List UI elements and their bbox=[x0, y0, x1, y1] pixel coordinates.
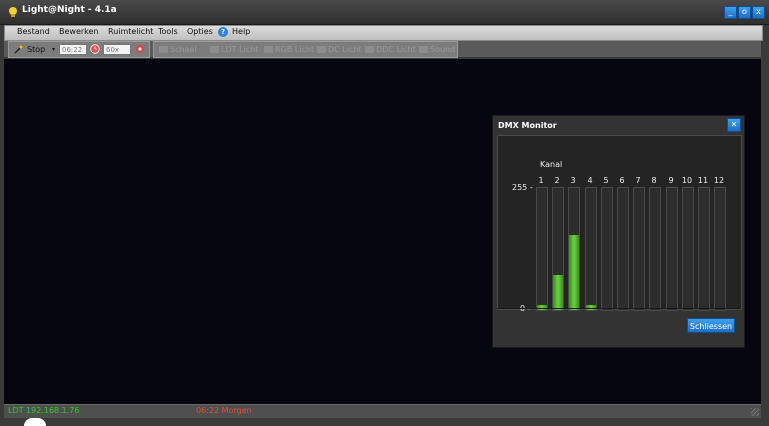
axis-max-label: 255 - bbox=[512, 183, 533, 192]
channel-track bbox=[601, 187, 613, 311]
channel-label: 10 bbox=[681, 176, 693, 185]
dialog-close-icon[interactable]: ✕ bbox=[727, 118, 741, 132]
kanal-label: Kanal bbox=[540, 160, 563, 169]
menu-bewerken[interactable]: Bewerken bbox=[59, 27, 99, 36]
app-window: Light@Night - 4.1a _ o x Bestand Bewerke… bbox=[0, 0, 769, 426]
menu-help[interactable]: Help bbox=[232, 27, 250, 36]
dialog-title: DMX Monitor bbox=[498, 121, 557, 130]
channel-track bbox=[633, 187, 645, 311]
channel-label: 5 bbox=[603, 176, 609, 185]
dc-licht-button[interactable]: DC Licht bbox=[317, 45, 362, 54]
schaal-icon bbox=[159, 46, 168, 53]
help-icon[interactable]: ? bbox=[218, 27, 228, 37]
title-bar[interactable]: Light@Night - 4.1a _ o x bbox=[0, 0, 769, 25]
time-field[interactable]: 06:22 bbox=[59, 44, 87, 55]
channel-track bbox=[617, 187, 629, 311]
channel-level-bar bbox=[553, 275, 563, 310]
wand-icon[interactable] bbox=[14, 45, 23, 54]
toolbar: Stop ▾ 06:22 60x Schaal LDT Licht RGB Li… bbox=[4, 41, 761, 58]
channel-track bbox=[568, 187, 580, 311]
menu-ruimtelicht[interactable]: Ruimtelicht bbox=[108, 27, 153, 36]
close-button[interactable]: x bbox=[752, 6, 765, 19]
channel-label: 2 bbox=[554, 176, 560, 185]
ddc-licht-icon bbox=[365, 46, 374, 53]
taskbar-logo bbox=[24, 418, 46, 426]
menu-bar: Bestand Bewerken Ruimtelicht Tools Optie… bbox=[4, 25, 763, 41]
schliessen-button[interactable]: Schliessen bbox=[687, 318, 735, 333]
connection-status: LDT 192.168.1.76 bbox=[8, 406, 80, 415]
ldt-licht-icon bbox=[210, 46, 219, 53]
ddc-licht-button[interactable]: DDC Licht bbox=[365, 45, 416, 54]
lightbulb-icon bbox=[9, 7, 17, 17]
menu-tools[interactable]: Tools bbox=[158, 27, 178, 36]
channel-track bbox=[585, 187, 597, 311]
dmx-chart-panel: Kanal 255 - 0 - 123456789101112 bbox=[497, 135, 742, 313]
channel-track bbox=[666, 187, 678, 311]
channel-track bbox=[698, 187, 710, 311]
channel-label: 3 bbox=[570, 176, 576, 185]
stop-dropdown-icon[interactable]: ▾ bbox=[52, 46, 55, 53]
channel-track bbox=[649, 187, 661, 311]
minimize-button[interactable]: _ bbox=[724, 6, 737, 19]
channel-track bbox=[536, 187, 548, 311]
channel-label: 1 bbox=[538, 176, 544, 185]
channel-level-bar bbox=[569, 235, 579, 310]
status-bar: LDT 192.168.1.76 06:22 Morgen bbox=[4, 404, 761, 418]
channel-label: 11 bbox=[697, 176, 709, 185]
maximize-button[interactable]: o bbox=[738, 6, 751, 19]
dmx-monitor-dialog: DMX Monitor ✕ Kanal 255 - 0 - 1234567891… bbox=[492, 115, 745, 348]
clock-icon[interactable] bbox=[90, 44, 100, 54]
channel-label: 4 bbox=[587, 176, 593, 185]
rgb-licht-button[interactable]: RGB Licht bbox=[264, 45, 314, 54]
dc-licht-icon bbox=[317, 46, 326, 53]
channel-track bbox=[552, 187, 564, 311]
menu-opties[interactable]: Opties bbox=[187, 27, 213, 36]
ldt-licht-button[interactable]: LDT Licht bbox=[210, 45, 258, 54]
dialog-separator bbox=[497, 308, 740, 309]
playback-group: Stop ▾ 06:22 60x bbox=[8, 41, 150, 58]
menu-bestand[interactable]: Bestand bbox=[17, 27, 50, 36]
channel-label: 12 bbox=[713, 176, 725, 185]
channel-track bbox=[714, 187, 726, 311]
sound-icon bbox=[419, 46, 428, 53]
stop-button[interactable]: Stop bbox=[27, 45, 45, 54]
schaal-button[interactable]: Schaal bbox=[159, 45, 197, 54]
rgb-licht-icon bbox=[264, 46, 273, 53]
sound-button[interactable]: Sound bbox=[419, 45, 455, 54]
time-status: 06:22 Morgen bbox=[196, 406, 252, 415]
resize-grip-icon[interactable] bbox=[751, 408, 759, 416]
channel-label: 7 bbox=[635, 176, 641, 185]
speed-gear-icon[interactable] bbox=[135, 44, 145, 54]
channel-label: 8 bbox=[651, 176, 657, 185]
channel-label: 6 bbox=[619, 176, 625, 185]
output-group: Schaal LDT Licht RGB Licht DC Licht DDC … bbox=[153, 41, 458, 58]
window-title: Light@Night - 4.1a bbox=[22, 5, 117, 15]
speed-field[interactable]: 60x bbox=[103, 44, 131, 55]
channel-track bbox=[682, 187, 694, 311]
channel-label: 9 bbox=[668, 176, 674, 185]
